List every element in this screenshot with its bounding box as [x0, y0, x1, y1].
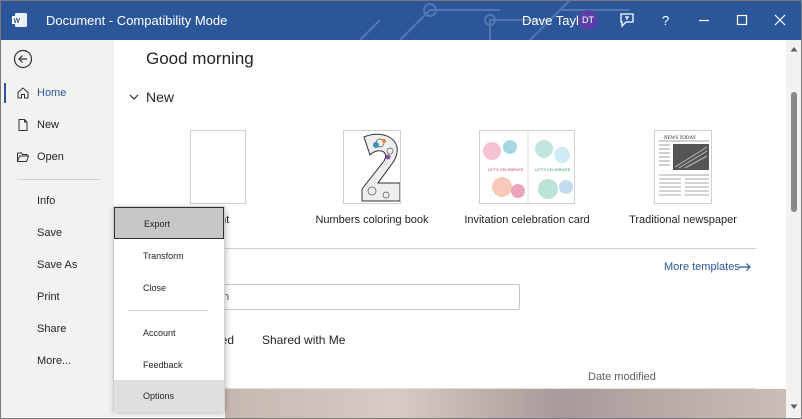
nav-item-label: Home [37, 87, 67, 99]
nav-item-more[interactable]: More... [0, 348, 114, 374]
nav-item-label: Save As [37, 259, 78, 271]
nav-item-label: Info [37, 195, 56, 207]
nav-item-home[interactable]: Home [0, 80, 114, 106]
avatar[interactable]: DT [578, 10, 598, 30]
scroll-down-icon[interactable] [790, 404, 798, 410]
template-thumbnail: LET'S CELEBRATE LET'S CELEBRATE [479, 130, 575, 204]
card-text-left: LET'S CELEBRATE [488, 167, 524, 172]
template-thumbnail [190, 130, 246, 204]
template-name: Invitation celebration card [464, 214, 590, 226]
nav-item-label: More... [37, 355, 72, 367]
scrollbar-thumb[interactable] [791, 92, 797, 212]
card-text-right: LET'S CELEBRATE [535, 167, 571, 172]
svg-text:?: ? [662, 13, 669, 28]
nav-item-label: Open [37, 151, 64, 163]
menu-item-close[interactable]: Close [114, 272, 224, 304]
menu-item-feedback[interactable]: Feedback [114, 349, 224, 381]
nav-item-label: Print [37, 291, 60, 303]
title-bar: W Document - Compatibility Mode Dave Tay… [0, 0, 802, 40]
template-name: Numbers coloring book [315, 214, 429, 226]
feedback-icon[interactable] [618, 11, 636, 29]
section-divider [214, 248, 756, 249]
template-thumbnail [343, 130, 401, 204]
newspaper-masthead: NEWS TODAY [664, 136, 697, 141]
nav-item-label: New [37, 119, 60, 131]
chevron-down-icon[interactable] [128, 91, 140, 103]
template-thumbnail: NEWS TODAY [654, 130, 712, 204]
more-options-menu: Export Transform Close Account Feedback … [113, 206, 225, 412]
nav-item-label: Save [37, 227, 63, 239]
arrow-right-icon[interactable] [738, 262, 752, 272]
active-indicator [4, 83, 6, 103]
menu-item-options[interactable]: Options [114, 380, 224, 412]
invitation-card-art: LET'S CELEBRATE LET'S CELEBRATE [483, 131, 573, 203]
back-arrow-icon[interactable] [13, 49, 33, 69]
menu-item-label: Export [144, 219, 171, 229]
new-heading-label: New [146, 89, 175, 105]
menu-item-label: Close [143, 283, 167, 293]
word-logo-icon: W [12, 13, 27, 27]
close-icon[interactable] [771, 11, 789, 29]
maximize-icon[interactable] [733, 11, 751, 29]
nav-item-new[interactable]: New [0, 112, 114, 138]
nav-item-info[interactable]: Info [0, 188, 114, 214]
coloring-book-art [361, 133, 400, 202]
column-header-date-modified[interactable]: Date modified [588, 371, 656, 383]
search-input[interactable]: h [212, 284, 520, 310]
nav-divider [17, 179, 99, 180]
backstage-nav: Home New Open Info Save Save As Print Sh… [0, 40, 114, 419]
template-name: Traditional newspaper [629, 214, 737, 226]
menu-divider [128, 310, 208, 311]
nav-item-share[interactable]: Share [0, 316, 114, 342]
new-document-icon [18, 119, 28, 131]
menu-item-transform[interactable]: Transform [114, 240, 224, 272]
folder-open-icon [17, 152, 30, 162]
desktop-background [225, 389, 786, 419]
document-title: Document - Compatibility Mode [46, 13, 228, 28]
tab-shared-with-me[interactable]: Shared with Me [262, 333, 345, 347]
menu-item-export[interactable]: Export [114, 207, 224, 239]
svg-text:W: W [13, 18, 20, 25]
nav-item-save[interactable]: Save [0, 220, 114, 246]
more-templates-link[interactable]: More templates [664, 261, 740, 273]
nav-item-print[interactable]: Print [0, 284, 114, 310]
menu-item-label: Options [143, 391, 175, 401]
greeting-heading: Good morning [146, 49, 254, 68]
menu-item-label: Account [143, 328, 176, 338]
home-icon [17, 87, 29, 99]
nav-item-open[interactable]: Open [0, 144, 114, 170]
newspaper-art: NEWS TODAY [659, 136, 709, 196]
menu-item-label: Feedback [143, 360, 183, 370]
menu-item-account[interactable]: Account [114, 317, 224, 349]
nav-item-label: Share [37, 323, 67, 335]
scroll-up-icon[interactable] [790, 46, 798, 52]
menu-item-label: Transform [143, 251, 184, 261]
help-icon[interactable]: ? [657, 11, 675, 29]
minimize-icon[interactable] [695, 11, 713, 29]
nav-item-save-as[interactable]: Save As [0, 252, 114, 278]
